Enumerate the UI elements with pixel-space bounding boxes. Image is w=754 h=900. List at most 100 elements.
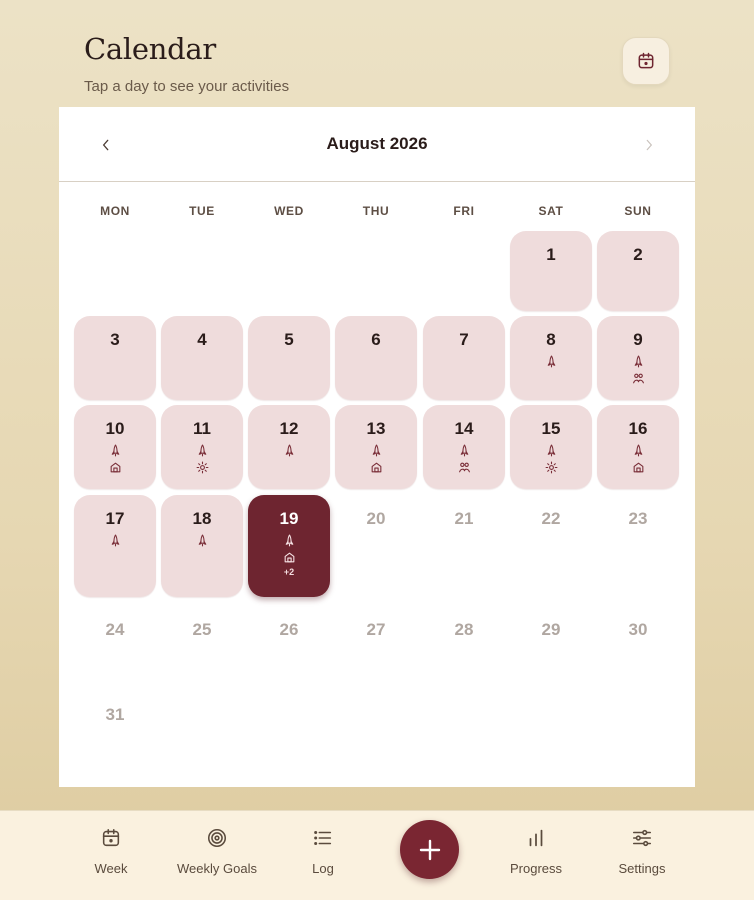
day-number: 12 [279, 419, 299, 438]
day-number: 5 [284, 330, 294, 349]
calendar-day-28[interactable]: 28 [423, 606, 505, 668]
day-number: 13 [366, 419, 386, 438]
tab-label: Progress [509, 861, 563, 876]
calendar-button[interactable] [622, 37, 670, 85]
home-icon [283, 550, 296, 564]
calendar-day-21[interactable]: 21 [423, 495, 505, 597]
weekday-label: FRI [453, 204, 475, 218]
day-number: 7 [459, 330, 469, 349]
day-number: 4 [197, 330, 207, 349]
calendar-day-31[interactable]: 31 [74, 691, 156, 753]
calendar-day-29[interactable]: 29 [510, 606, 592, 668]
calendar-day-1[interactable]: 1 [510, 231, 592, 311]
calendar-day-10[interactable]: 10 [74, 405, 156, 489]
day-number: 22 [541, 509, 561, 528]
plus-icon [419, 839, 440, 860]
calendar-day-16[interactable]: 16 [597, 405, 679, 489]
rocket-icon [545, 443, 558, 457]
weekday-label: WED [274, 204, 304, 218]
calendar-day-27[interactable]: 27 [335, 606, 417, 668]
rocket-icon [283, 443, 296, 457]
day-number: 29 [541, 620, 561, 639]
rocket-icon [196, 533, 209, 547]
tab-label: Weekly Goals [177, 861, 257, 876]
page-header: Calendar Tap a day to see your activitie… [84, 32, 289, 95]
page-subtitle: Tap a day to see your activities [84, 78, 290, 95]
calendar-day-17[interactable]: 17 [74, 495, 156, 597]
calendar-icon [638, 52, 654, 69]
day-number: 30 [628, 620, 648, 639]
calendar-day-12[interactable]: 12 [248, 405, 330, 489]
calendar-day-20[interactable]: 20 [335, 495, 417, 597]
chevron-right-icon [646, 139, 653, 151]
tab-progress[interactable]: Progress [481, 827, 591, 876]
add-activity-button[interactable] [400, 820, 459, 879]
calendar-day-22[interactable]: 22 [510, 495, 592, 597]
next-month-button[interactable] [635, 131, 663, 159]
tab-log[interactable]: Log [268, 827, 378, 876]
weekday-label: THU [362, 204, 390, 218]
rocket-icon [632, 443, 645, 457]
day-number: 24 [105, 620, 125, 639]
target-icon [207, 828, 227, 848]
calendar-day-15[interactable]: 15 [510, 405, 592, 489]
people-icon [632, 371, 645, 385]
day-number: 21 [454, 509, 474, 528]
calendar-icon [102, 828, 120, 847]
home-icon [370, 460, 383, 474]
bar-chart-icon [529, 829, 543, 847]
day-number: 27 [366, 620, 386, 639]
day-number: 2 [633, 245, 643, 264]
day-number: 15 [541, 419, 561, 438]
calendar-day-5[interactable]: 5 [248, 316, 330, 400]
home-icon [632, 460, 645, 474]
calendar-day-25[interactable]: 25 [161, 606, 243, 668]
month-header: August 2026 [59, 107, 695, 182]
calendar-day-24[interactable]: 24 [74, 606, 156, 668]
calendar-day-18[interactable]: 18 [161, 495, 243, 597]
tab-label: Settings [618, 861, 666, 876]
rocket-icon [283, 533, 296, 547]
calendar-day-6[interactable]: 6 [335, 316, 417, 400]
calendar-day-3[interactable]: 3 [74, 316, 156, 400]
day-number: 31 [105, 705, 125, 724]
calendar-day-19[interactable]: 19 +2 [248, 495, 330, 597]
calendar-day-11[interactable]: 11 [161, 405, 243, 489]
weekday-label: MON [100, 204, 130, 218]
weekday-label: SUN [624, 204, 652, 218]
day-number: 10 [105, 419, 125, 438]
tab-settings[interactable]: Settings [587, 827, 697, 876]
people-icon [458, 460, 471, 474]
calendar-day-4[interactable]: 4 [161, 316, 243, 400]
tab-weekly-goals[interactable]: Weekly Goals [162, 827, 272, 876]
prev-month-button[interactable] [92, 131, 120, 159]
day-number: 19 [279, 509, 299, 528]
rocket-icon [632, 354, 645, 368]
calendar-day-9[interactable]: 9 [597, 316, 679, 400]
rocket-icon [545, 354, 558, 368]
day-number: 20 [366, 509, 386, 528]
calendar-day-8[interactable]: 8 [510, 316, 592, 400]
day-number: 11 [193, 419, 211, 438]
home-icon [109, 460, 122, 474]
calendar-card: August 2026 MON TUE WED THU FRI SAT SUN … [59, 107, 695, 787]
day-number: 1 [546, 245, 556, 264]
sliders-icon [632, 829, 652, 847]
calendar-day-30[interactable]: 30 [597, 606, 679, 668]
calendar-day-14[interactable]: 14 [423, 405, 505, 489]
calendar-day-13[interactable]: 13 [335, 405, 417, 489]
day-number: 18 [192, 509, 212, 528]
calendar-day-23[interactable]: 23 [597, 495, 679, 597]
calendar-day-7[interactable]: 7 [423, 316, 505, 400]
calendar-day-2[interactable]: 2 [597, 231, 679, 311]
tab-week[interactable]: Week [56, 827, 166, 876]
day-number: 17 [105, 509, 125, 528]
day-number: 28 [454, 620, 474, 639]
rocket-icon [109, 443, 122, 457]
rocket-icon [458, 443, 471, 457]
day-number: 23 [628, 509, 648, 528]
day-number: 9 [633, 330, 643, 349]
calendar-day-26[interactable]: 26 [248, 606, 330, 668]
day-number: 16 [628, 419, 648, 438]
rocket-icon [370, 443, 383, 457]
